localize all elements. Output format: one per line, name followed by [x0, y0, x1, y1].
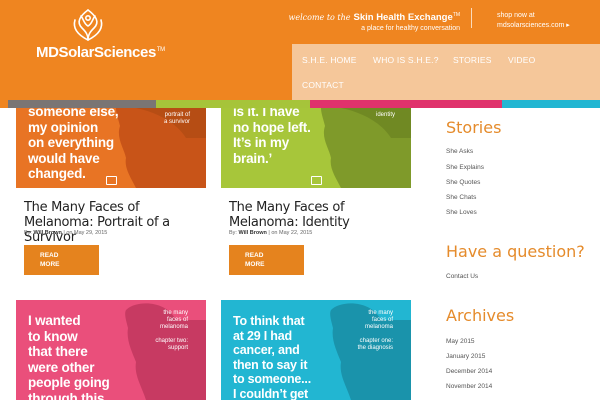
nav-item-who-is-she[interactable]: WHO IS S.H.E.? [373, 55, 439, 65]
main-nav: S.H.E. HOME WHO IS S.H.E.? STORIES VIDEO… [292, 44, 600, 100]
card-meta: By: Will Brown | on May 22, 2015 [229, 230, 313, 236]
archive-link-december-2014[interactable]: December 2014 [446, 368, 492, 375]
sidebar-link-she-chats[interactable]: She Chats [446, 194, 476, 201]
story-card: someone else, my opinion on everything w… [16, 108, 206, 280]
nav-item-she-home[interactable]: S.H.E. HOME [302, 55, 357, 65]
sidebar-link-she-explains[interactable]: She Explains [446, 164, 484, 171]
card-author[interactable]: Will Brown [238, 230, 266, 236]
card-image[interactable]: someone else, my opinion on everything w… [16, 108, 206, 188]
logo-mark-icon [73, 9, 103, 41]
nav-item-contact[interactable]: CONTACT [302, 80, 344, 90]
card-quote: I wanted to know that there were other p… [28, 313, 110, 400]
portrait-graphic [125, 303, 206, 400]
she-name: Skin Health Exchange [353, 12, 453, 23]
archive-link-may-2015[interactable]: May 2015 [446, 338, 475, 345]
story-card: is it. I have no hope left. It’s in my b… [221, 108, 411, 280]
card-image[interactable]: To think that at 29 I had cancer, and th… [221, 300, 411, 400]
card-meta: By: Will Brown | on May 29, 2015 [24, 230, 108, 236]
card-tag: identity [375, 112, 395, 118]
archive-link-november-2014[interactable]: November 2014 [446, 383, 492, 390]
read-more-button[interactable]: READ MORE [229, 245, 304, 275]
archives-heading: Archives [446, 306, 515, 325]
logo[interactable]: MDSolarSciencesTM [36, 8, 165, 61]
stories-heading: Stories [446, 118, 502, 137]
archive-link-january-2015[interactable]: January 2015 [446, 353, 485, 360]
shop-link[interactable]: shop now at mdsolarsciences.com ▸ [497, 11, 570, 31]
nav-item-stories[interactable]: STORIES [453, 55, 492, 65]
sidebar-link-she-asks[interactable]: She Asks [446, 148, 473, 155]
card-quote: someone else, my opinion on everything w… [28, 108, 119, 181]
card-tag: the many faces of melanoma chapter two: … [155, 310, 188, 351]
read-more-button[interactable]: READ MORE [24, 245, 99, 275]
card-title[interactable]: The Many Faces of Melanoma: Identity [229, 200, 409, 230]
question-heading: Have a question? [446, 242, 585, 261]
strip-green [156, 100, 310, 108]
photo-icon [106, 176, 117, 185]
strip-gray [8, 100, 156, 108]
header-divider [471, 8, 472, 28]
site-title: welcome to the Skin Health ExchangeTM a p… [288, 12, 460, 32]
strip-blue [502, 100, 600, 108]
card-image[interactable]: is it. I have no hope left. It’s in my b… [221, 108, 411, 188]
card-quote: is it. I have no hope left. It’s in my b… [233, 108, 311, 166]
nav-item-video[interactable]: VIDEO [508, 55, 535, 65]
card-image[interactable]: I wanted to know that there were other p… [16, 300, 206, 400]
logo-text: MDSolarSciencesTM [36, 44, 165, 61]
card-tag: the many faces of melanoma chapter one: … [357, 310, 393, 351]
sidebar-link-she-loves[interactable]: She Loves [446, 209, 477, 216]
sidebar-link-contact-us[interactable]: Contact Us [446, 273, 478, 280]
portrait-graphic [330, 303, 411, 400]
story-card: I wanted to know that there were other p… [16, 300, 206, 400]
card-quote: To think that at 29 I had cancer, and th… [233, 314, 311, 400]
photo-icon [311, 176, 322, 185]
strip-pink [310, 100, 502, 108]
card-author[interactable]: Will Brown [33, 230, 61, 236]
welcome-text: welcome to the [288, 13, 351, 22]
sidebar-link-she-quotes[interactable]: She Quotes [446, 179, 480, 186]
tagline: a place for healthy conversation [361, 25, 460, 32]
story-card: To think that at 29 I had cancer, and th… [221, 300, 411, 400]
card-title[interactable]: The Many Faces of Melanoma: Portrait of … [24, 200, 204, 245]
card-tag: portrait of a survivor [163, 112, 190, 125]
